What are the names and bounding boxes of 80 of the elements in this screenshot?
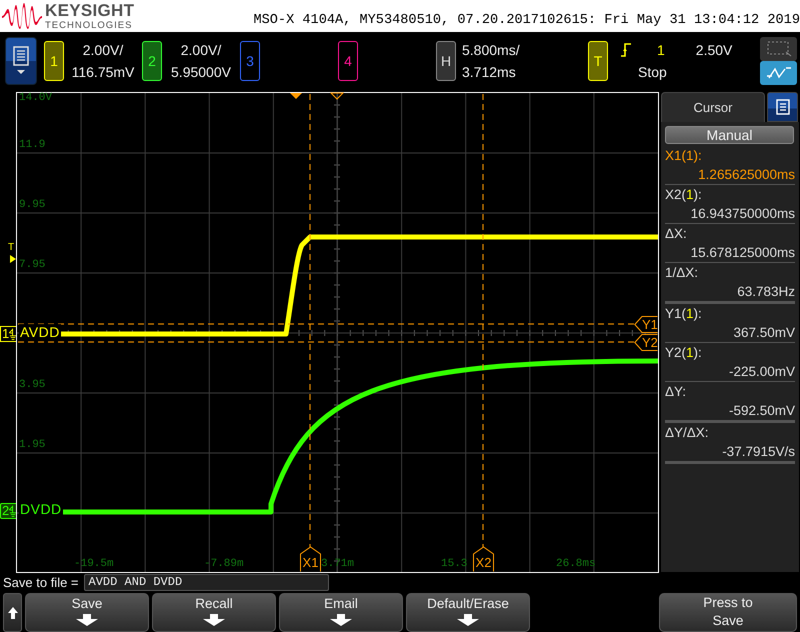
axis-label: 26.8ms [556, 558, 596, 571]
panel-menu-button[interactable] [767, 92, 798, 122]
reading-label: X1(1): [665, 147, 703, 165]
ground-icon [9, 504, 18, 518]
softkey-button[interactable]: Press to Save [659, 593, 797, 632]
channel-button[interactable]: 4 [338, 41, 358, 81]
down-arrow-icon [203, 614, 225, 626]
reading-value: -592.50mV [728, 402, 795, 420]
zoom-box-icon [766, 41, 792, 57]
menu-button[interactable] [5, 37, 37, 85]
down-arrow-icon [457, 614, 479, 626]
volts-per-div: 2.00V/ [180, 42, 222, 58]
axis-label: -7.89m [204, 558, 244, 571]
reading-value: 1.265625000ms [697, 166, 795, 184]
down-arrow-icon [76, 614, 98, 626]
reading-value: -37.7915V/s [721, 443, 795, 461]
horizontal-button[interactable]: H [436, 41, 456, 81]
softkey-button[interactable]: Default/Erase [406, 593, 530, 632]
reading-value: 63.783Hz [736, 283, 795, 301]
reading-label: 1/ΔX: [665, 264, 700, 282]
volts-per-div: 2.00V/ [82, 42, 124, 58]
file-name-field[interactable]: AVDD AND DVDD [84, 574, 329, 590]
trigger-arrow-icon [10, 255, 16, 263]
axis-label: 3.71m [321, 558, 354, 571]
reading-label: ΔX: [665, 225, 688, 243]
axis-label: 15.3 [441, 558, 468, 571]
delay-marker-icon [330, 92, 344, 100]
reading-value: -225.00mV [728, 363, 795, 381]
up-arrow-icon [8, 606, 18, 618]
brand-name: KEYSIGHT [45, 2, 134, 19]
reading-label: Y2(1): [665, 344, 703, 362]
reading-value: 16.943750000ms [690, 205, 795, 223]
trigger-source: 1 [657, 42, 665, 58]
mode-button[interactable]: Manual [665, 126, 794, 144]
reading-label: ΔY/ΔX: [665, 424, 710, 442]
axis-label: 11.9 [19, 139, 46, 152]
channel-button[interactable]: 1 [44, 41, 64, 81]
softkey-button[interactable]: Save [25, 593, 149, 632]
panel-tab[interactable]: Cursor [661, 92, 765, 122]
reading-value: 367.50mV [732, 324, 795, 342]
trigger-button[interactable]: T [588, 41, 608, 81]
axis-label: 1.95 [19, 439, 46, 452]
time-per-div: 5.800ms/ [462, 42, 521, 58]
trace-label: DVDD [19, 501, 63, 517]
channel-button[interactable]: 3 [240, 41, 260, 81]
up-button[interactable] [3, 593, 22, 632]
softkey-button[interactable]: Email [279, 593, 403, 632]
axis-label: 9.95 [19, 199, 46, 212]
field-label: Save to file = [3, 574, 79, 590]
trace-label: AVDD [19, 324, 61, 340]
axis-label: 3.95 [19, 379, 46, 392]
zoom-button[interactable] [760, 37, 797, 61]
trigger-level-marker: T [8, 242, 14, 253]
channel-button[interactable]: 2 [142, 41, 162, 81]
channel-offset: 116.75mV [72, 64, 134, 80]
channel-number: 1 [2, 327, 10, 341]
list-icon [13, 46, 29, 76]
cursor-line[interactable] [482, 94, 484, 548]
reading-label: Y1(1): [665, 305, 703, 323]
rising-edge-icon [621, 43, 631, 57]
softkey-button[interactable]: Recall [152, 593, 276, 632]
axis-label: -19.5m [74, 558, 114, 571]
reading-label: X2(1): [665, 186, 703, 204]
reading-label: ΔY: [665, 383, 688, 401]
trigger-level: 2.50V [696, 42, 732, 58]
cursors-button[interactable] [760, 61, 797, 85]
time-delay: 3.712ms [462, 64, 517, 80]
run-status: Stop [638, 64, 668, 80]
reading-value: 15.678125000ms [690, 244, 795, 262]
instrument-title: MSO-X 4104A, MY53480510, 07.20.2017102615: Fri May 31 13:04:12 2019 [253, 13, 800, 30]
axis-label: 14.0V [19, 92, 52, 105]
channel-offset: 5.95000V [171, 64, 231, 80]
cursor-wave-icon [766, 65, 792, 81]
axis-label: 7.95 [19, 259, 46, 272]
brand-subtitle: TECHNOLOGIES [45, 20, 134, 30]
down-arrow-icon [330, 614, 352, 626]
wave-logo-icon [2, 3, 42, 29]
channel-number: 2 [2, 504, 10, 518]
trigger-position-icon [290, 93, 302, 99]
list-icon [776, 99, 790, 115]
